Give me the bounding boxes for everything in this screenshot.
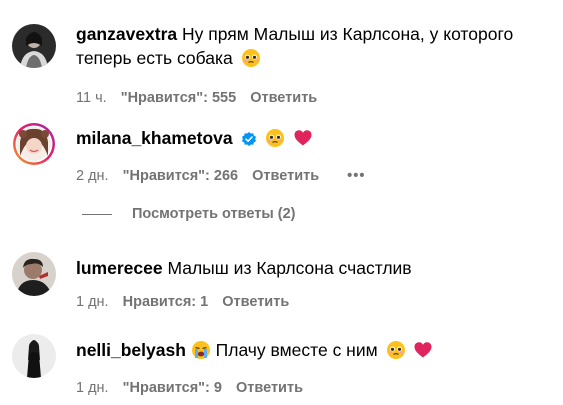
crying-face-icon [191,340,211,366]
likes-count[interactable]: Нравится: 1 [123,294,209,310]
likes-count[interactable]: "Нравится": 555 [121,90,236,106]
comment-body: Плачу вместе с ним [215,340,378,360]
comment-text: ganzavextra Ну прям Малыш из Карлсона, у… [76,22,533,74]
view-replies-button[interactable]: Посмотреть ответы (2) [82,204,296,224]
comment-time: 1 дн. [76,380,109,396]
comment-meta: 1 дн. "Нравится": 9 Ответить [76,378,533,398]
comment-username[interactable]: milana_khametova [76,128,233,148]
replies-divider [82,213,112,215]
comment-time: 2 дн. [76,168,109,184]
comment-username[interactable]: ganzavextra [76,24,177,44]
avatar[interactable] [12,122,56,166]
comment-username[interactable]: nelli_belyash [76,340,186,360]
pleading-face-icon [386,340,406,366]
comment-meta: 11 ч. "Нравится": 555 Ответить [76,88,533,108]
comment-text: milana_khametova [76,126,533,154]
comment-meta: 1 дн. Нравится: 1 Ответить [76,292,533,312]
reply-button[interactable]: Ответить [250,90,317,106]
comment-meta: 2 дн. "Нравится": 266 Ответить ••• [76,166,533,186]
pleading-face-icon [241,48,261,74]
avatar[interactable] [12,334,56,378]
reply-button[interactable]: Ответить [252,168,319,184]
comment-text: nelli_belyash Плачу вместе с ним [76,338,533,366]
likes-count[interactable]: "Нравится": 9 [123,380,222,396]
comment-username[interactable]: lumerecee [76,258,163,278]
likes-count[interactable]: "Нравится": 266 [123,168,238,184]
more-options-icon[interactable]: ••• [347,166,365,186]
avatar[interactable] [12,24,56,68]
verified-badge-icon [241,129,257,153]
red-heart-icon [293,128,313,154]
view-replies-label: Посмотреть ответы (2) [132,206,296,222]
comment-time: 1 дн. [76,294,109,310]
reply-button[interactable]: Ответить [236,380,303,396]
pleading-face-icon [265,128,285,154]
comment-body: Малыш из Карлсона счастлив [167,258,412,278]
red-heart-icon [413,340,433,366]
avatar[interactable] [12,252,56,296]
comment-time: 11 ч. [76,90,107,106]
reply-button[interactable]: Ответить [222,294,289,310]
comment-text: lumerecee Малыш из Карлсона счастлив [76,256,533,280]
